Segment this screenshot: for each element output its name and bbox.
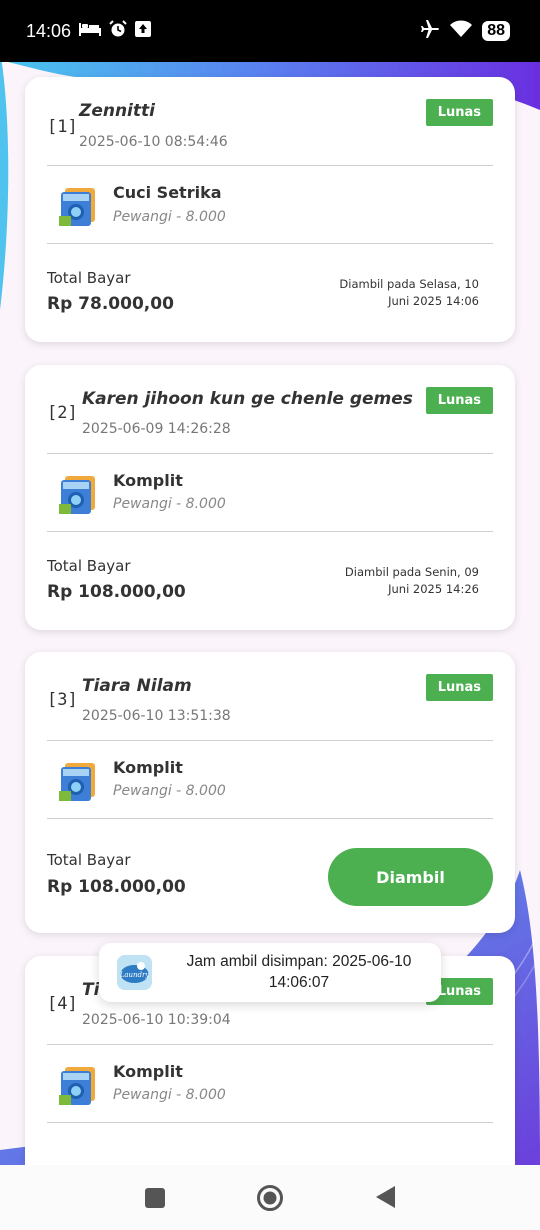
app-logo-text: Laundry — [119, 971, 151, 979]
bed-icon — [79, 21, 102, 41]
taken-info: Diambil pada Senin, 09 Juni 2025 14:26 — [309, 564, 479, 598]
back-button[interactable] — [375, 1185, 401, 1211]
order-index: [1] — [47, 117, 78, 137]
service-addon: Pewangi - 8.000 — [113, 209, 226, 225]
toast-line: 14:06:07 — [268, 974, 330, 991]
taken-line: Juni 2025 14:06 — [388, 294, 479, 308]
taken-info: Diambil pada Selasa, 10 Juni 2025 14:06 — [309, 276, 479, 310]
order-date: 2025-06-10 13:51:38 — [82, 708, 231, 724]
home-button[interactable] — [256, 1184, 284, 1212]
order-date: 2025-06-09 14:26:28 — [82, 421, 231, 437]
customer-name: Karen jihoon kun ge chenle gemes — [82, 389, 413, 409]
airplane-icon — [420, 19, 440, 43]
status-badge: Lunas — [425, 387, 493, 414]
total-value: Rp 108.000,00 — [47, 582, 186, 602]
total-label: Total Bayar — [47, 851, 131, 869]
status-bar: 14:06 88 — [0, 0, 540, 62]
customer-name: Zennitti — [79, 101, 155, 121]
taken-line: Diambil pada Senin, 09 — [344, 565, 479, 579]
navigation-bar — [0, 1165, 540, 1230]
order-date: 2025-06-10 10:39:04 — [82, 1012, 231, 1028]
service-name: Komplit — [113, 758, 183, 777]
order-index: [2] — [47, 403, 78, 423]
customer-name: Ti — [82, 980, 100, 1000]
total-value: Rp 108.000,00 — [47, 877, 186, 897]
washing-machine-icon — [59, 1061, 99, 1105]
divider — [47, 1122, 493, 1123]
divider — [47, 243, 493, 244]
washing-machine-icon — [59, 757, 99, 801]
recent-apps-button[interactable] — [142, 1185, 168, 1211]
customer-name: Tiara Nilam — [82, 676, 192, 696]
service-name: Komplit — [113, 471, 183, 490]
washing-machine-icon — [59, 182, 99, 226]
wifi-icon — [450, 20, 473, 42]
service-name: Cuci Setrika — [113, 183, 222, 202]
taken-line: Juni 2025 14:26 — [388, 582, 479, 596]
order-date: 2025-06-10 08:54:46 — [79, 134, 228, 150]
order-card[interactable]: [1] Zennitti 2025-06-10 08:54:46 Lunas C… — [25, 77, 515, 342]
status-badge: Lunas — [425, 674, 493, 701]
order-card[interactable]: [2] Karen jihoon kun ge chenle gemes 202… — [25, 365, 515, 630]
status-time: 14:06 — [26, 20, 72, 41]
diambil-button[interactable]: Diambil — [328, 848, 493, 906]
order-index: [4] — [47, 994, 78, 1014]
divider — [47, 818, 493, 819]
total-value: Rp 78.000,00 — [47, 294, 174, 314]
divider — [47, 165, 493, 166]
service-addon: Pewangi - 8.000 — [113, 1087, 226, 1103]
service-addon: Pewangi - 8.000 — [113, 496, 226, 512]
status-right: 88 — [420, 19, 510, 43]
taken-line: Diambil pada Selasa, 10 — [339, 277, 479, 291]
toast-message: Laundry Jam ambil disimpan: 2025-06-10 1… — [99, 943, 441, 1002]
divider — [47, 453, 493, 454]
upload-icon — [135, 20, 152, 42]
order-card[interactable]: [3] Tiara Nilam 2025-06-10 13:51:38 Luna… — [25, 652, 515, 933]
alarm-icon — [109, 19, 127, 43]
divider — [47, 740, 493, 741]
toast-line: Jam ambil disimpan: 2025-06-10 — [186, 953, 412, 970]
washing-machine-icon — [59, 470, 99, 514]
toast-text: Jam ambil disimpan: 2025-06-10 14:06:07 — [169, 951, 429, 993]
total-label: Total Bayar — [47, 557, 131, 575]
status-badge: Lunas — [425, 99, 493, 126]
divider — [47, 1044, 493, 1045]
total-label: Total Bayar — [47, 269, 131, 287]
service-addon: Pewangi - 8.000 — [113, 783, 226, 799]
battery-indicator: 88 — [482, 21, 510, 41]
status-left: 14:06 — [26, 19, 152, 43]
service-name: Komplit — [113, 1062, 183, 1081]
divider — [47, 531, 493, 532]
app-logo-icon: Laundry — [117, 955, 152, 990]
order-index: [3] — [47, 690, 78, 710]
